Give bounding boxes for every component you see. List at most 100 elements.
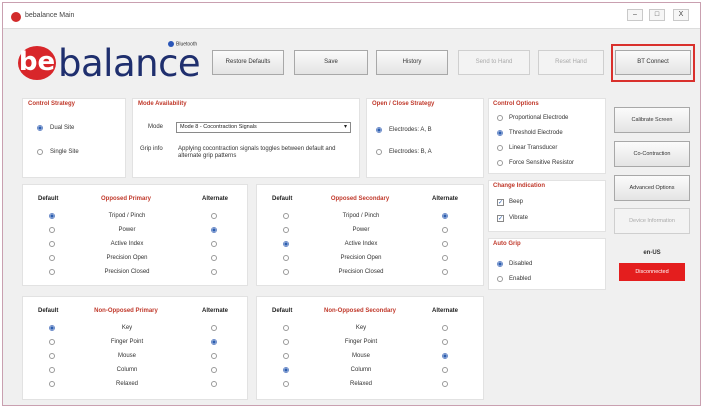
op-secondary-default-radio[interactable] bbox=[283, 227, 289, 233]
op-primary-alternate-radio[interactable] bbox=[211, 255, 217, 261]
save-button[interactable]: Save bbox=[294, 50, 368, 75]
nop-secondary-alternate-radio[interactable] bbox=[442, 381, 448, 387]
op-secondary-default-radio[interactable] bbox=[283, 213, 289, 219]
nop-primary-default-radio[interactable] bbox=[49, 339, 55, 345]
restore-defaults-button[interactable]: Restore Defaults bbox=[212, 50, 284, 75]
window-title: bebalance Main bbox=[25, 12, 75, 19]
mode-availability-title: Mode Availability bbox=[138, 101, 187, 107]
nop-secondary-alternate-radio[interactable] bbox=[442, 367, 448, 373]
reset-hand-button[interactable]: Reset Hand bbox=[538, 50, 604, 75]
open-close-strategy-title: Open / Close Strategy bbox=[372, 101, 435, 107]
proportional-electrode-radio[interactable] bbox=[497, 115, 503, 121]
brand-logo: be balance Bluetooth bbox=[18, 41, 208, 85]
control-options-title: Control Options bbox=[493, 101, 539, 107]
history-button[interactable]: History bbox=[376, 50, 448, 75]
maximize-button[interactable]: □ bbox=[649, 9, 665, 21]
nop-secondary-row-label: Mouse bbox=[351, 353, 371, 359]
beep-label: Beep bbox=[509, 199, 524, 205]
mode-availability-panel bbox=[132, 98, 360, 178]
logo-be-mark: be bbox=[18, 46, 56, 80]
single-site-label: Single Site bbox=[50, 149, 79, 155]
opposed-primary-title: Opposed Primary bbox=[100, 196, 152, 202]
op-primary-alternate-radio[interactable] bbox=[211, 227, 217, 233]
nop-secondary-default-radio[interactable] bbox=[283, 381, 289, 387]
nop-primary-default-radio[interactable] bbox=[49, 381, 55, 387]
threshold-electrode-radio[interactable] bbox=[497, 130, 503, 136]
nop-secondary-default-radio[interactable] bbox=[283, 367, 289, 373]
beep-checkbox[interactable]: ✓ bbox=[497, 199, 504, 206]
op-primary-alternate-radio[interactable] bbox=[211, 213, 217, 219]
op-primary-alternate-radio[interactable] bbox=[211, 241, 217, 247]
grip-info-text: Applying cocontraction signals toggles b… bbox=[178, 146, 336, 159]
vibrate-checkbox[interactable]: ✓ bbox=[497, 215, 504, 222]
nop-secondary-default-radio[interactable] bbox=[283, 353, 289, 359]
threshold-electrode-label: Threshold Electrode bbox=[509, 130, 563, 136]
op-secondary-default-radio[interactable] bbox=[283, 241, 289, 247]
op-secondary-alternate-radio[interactable] bbox=[442, 213, 448, 219]
minimize-button[interactable]: – bbox=[627, 9, 643, 21]
connection-status-badge: Disconnected bbox=[619, 263, 685, 281]
open-close-strategy-panel bbox=[366, 98, 484, 178]
nop-primary-alternate-radio[interactable] bbox=[211, 381, 217, 387]
nop-primary-row-label: Column bbox=[116, 367, 138, 373]
nop-secondary-alternate-radio[interactable] bbox=[442, 353, 448, 359]
auto-grip-disabled-label: Disabled bbox=[509, 261, 533, 267]
calibrate-screen-button[interactable]: Calibrate Screen bbox=[614, 107, 690, 133]
op-secondary-row-label: Active Index bbox=[344, 241, 378, 247]
op-primary-row-label: Power bbox=[118, 227, 136, 233]
nop-secondary-alternate-radio[interactable] bbox=[442, 325, 448, 331]
op-secondary-alternate-radio[interactable] bbox=[442, 241, 448, 247]
op-primary-default-radio[interactable] bbox=[49, 241, 55, 247]
nop-primary-alternate-radio[interactable] bbox=[211, 353, 217, 359]
electrodes-ab-label: Electrodes: A, B bbox=[389, 127, 432, 133]
nop-primary-default-radio[interactable] bbox=[49, 353, 55, 359]
non-opposed-secondary-title: Non-Opposed Secondary bbox=[323, 308, 397, 314]
device-id-label: en-US bbox=[643, 250, 661, 256]
auto-grip-enabled-radio[interactable] bbox=[497, 276, 503, 282]
nop-primary-alternate-radio[interactable] bbox=[211, 339, 217, 345]
advanced-options-button[interactable]: Advanced Options bbox=[614, 175, 690, 201]
bt-connect-button[interactable]: BT Connect bbox=[615, 50, 691, 75]
nop-primary-alternate-radio[interactable] bbox=[211, 325, 217, 331]
nop-primary-default-radio[interactable] bbox=[49, 367, 55, 373]
nop-secondary-row-label: Key bbox=[355, 325, 367, 331]
force-sensitive-resistor-label: Force Sensitive Resistor bbox=[509, 160, 575, 166]
op-primary-default-radio[interactable] bbox=[49, 227, 55, 233]
op-primary-default-radio[interactable] bbox=[49, 269, 55, 275]
electrodes-ab-radio[interactable] bbox=[376, 127, 382, 133]
opposed-secondary-alternate-header: Alternate bbox=[432, 196, 459, 202]
nop-secondary-alternate-radio[interactable] bbox=[442, 339, 448, 345]
device-information-button[interactable]: Device Information bbox=[614, 208, 690, 234]
op-primary-default-radio[interactable] bbox=[49, 255, 55, 261]
op-secondary-default-radio[interactable] bbox=[283, 269, 289, 275]
op-secondary-default-radio[interactable] bbox=[283, 255, 289, 261]
nop-secondary-default-radio[interactable] bbox=[283, 339, 289, 345]
linear-transducer-radio[interactable] bbox=[497, 145, 503, 151]
op-primary-default-radio[interactable] bbox=[49, 213, 55, 219]
nop-primary-row-label: Key bbox=[121, 325, 133, 331]
nop-secondary-row-label: Relaxed bbox=[349, 381, 373, 387]
auto-grip-disabled-radio[interactable] bbox=[497, 261, 503, 267]
op-primary-alternate-radio[interactable] bbox=[211, 269, 217, 275]
send-to-hand-button[interactable]: Send to Hand bbox=[458, 50, 530, 75]
nop-primary-default-radio[interactable] bbox=[49, 325, 55, 331]
op-secondary-alternate-radio[interactable] bbox=[442, 269, 448, 275]
control-strategy-panel bbox=[22, 98, 126, 178]
mode-select[interactable]: Mode 8 - Cocontraction Signals ▾ bbox=[176, 122, 351, 133]
op-secondary-alternate-radio[interactable] bbox=[442, 255, 448, 261]
dual-site-radio[interactable] bbox=[37, 125, 43, 131]
nop-secondary-default-radio[interactable] bbox=[283, 325, 289, 331]
single-site-radio[interactable] bbox=[37, 149, 43, 155]
nop-primary-row-label: Finger Point bbox=[110, 339, 144, 345]
close-button[interactable]: X bbox=[673, 9, 689, 21]
op-secondary-alternate-radio[interactable] bbox=[442, 227, 448, 233]
force-sensitive-resistor-radio[interactable] bbox=[497, 160, 503, 166]
opposed-secondary-default-header: Default bbox=[272, 196, 293, 202]
nop-secondary-row-label: Column bbox=[350, 367, 372, 373]
co-contraction-button[interactable]: Co-Contraction bbox=[614, 141, 690, 167]
electrodes-ba-radio[interactable] bbox=[376, 149, 382, 155]
nop-primary-alternate-radio[interactable] bbox=[211, 367, 217, 373]
linear-transducer-label: Linear Transducer bbox=[509, 145, 558, 151]
op-primary-row-label: Tripod / Pinch bbox=[108, 213, 146, 219]
vibrate-label: Vibrate bbox=[509, 215, 528, 221]
